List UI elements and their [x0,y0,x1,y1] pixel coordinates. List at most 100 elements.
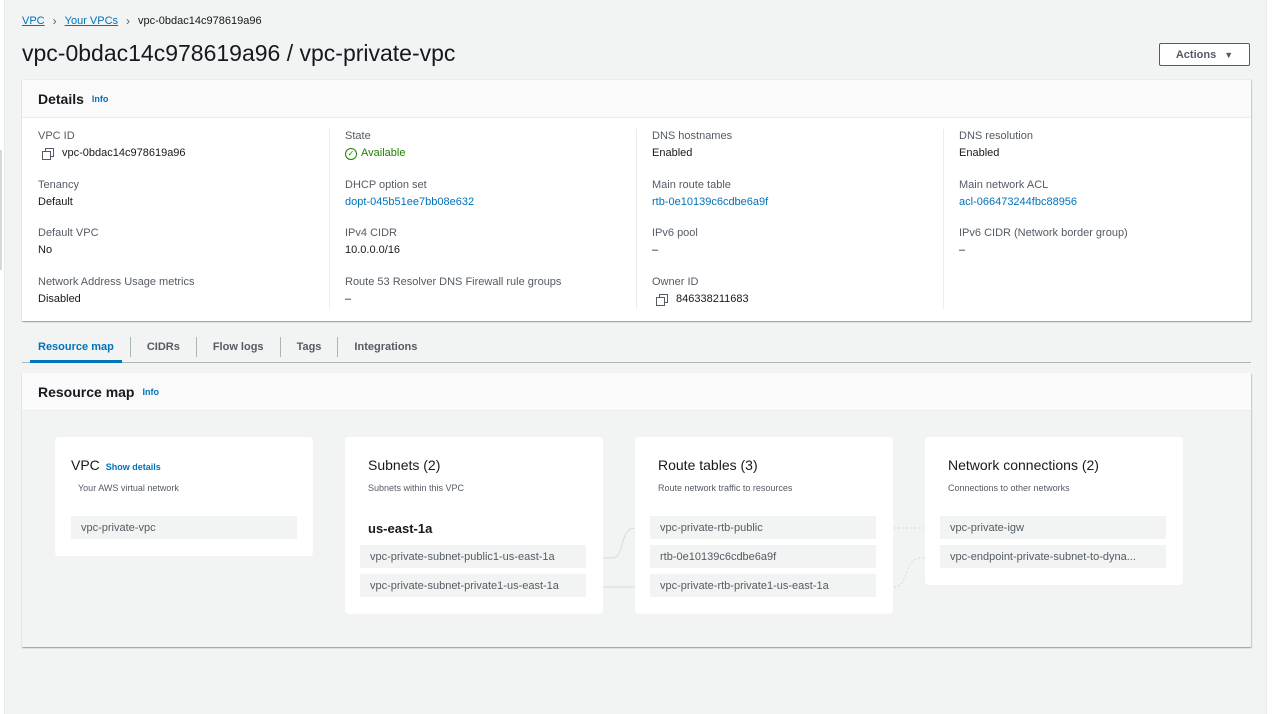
field-route53-firewall: Route 53 Resolver DNS Firewall rule grou… [345,275,636,324]
field-value-row: 846338211683 [652,291,943,308]
field-vpc-id: VPC ID vpc-0bdac14c978619a96 [38,129,329,178]
field-value: Disabled [38,292,81,305]
field-value: Default [38,195,73,208]
field-value: – [652,244,659,256]
field-label: State [345,130,371,142]
field-ipv4-cidr: IPv4 CIDR 10.0.0.0/16 [345,226,636,275]
subnets-card: Subnets (2) Subnets within this VPC us-e… [345,437,603,614]
details-heading: Details [38,90,84,107]
resource-map-header: Resource map Info [22,373,1251,411]
details-grid: VPC ID vpc-0bdac14c978619a96 Tenancy Def… [22,129,1251,323]
field-label: IPv6 pool [652,227,698,239]
field-label: Route 53 Resolver DNS Firewall rule grou… [345,275,562,288]
field-state: State ✓ Available [345,129,636,178]
right-edge-panel [1266,0,1280,714]
field-owner-id: Owner ID 846338211683 [652,275,943,324]
route-table-item[interactable]: vpc-private-rtb-public [650,516,876,539]
actions-button-label: Actions [1175,48,1217,61]
show-details-link[interactable]: Show details [106,462,161,472]
field-value: – [959,244,966,256]
details-column: DNS hostnames Enabled Main route table r… [636,129,943,323]
route-tables-card-title: Route tables (3) [658,457,758,473]
network-connections-card: Network connections (2) Connections to o… [925,437,1183,585]
field-label: IPv4 CIDR [345,227,397,239]
field-value: – [345,292,352,305]
subnet-item[interactable]: vpc-private-subnet-public1-us-east-1a [360,545,586,568]
resource-map-panel: Resource map Info VPC Show details Your … [22,373,1251,647]
field-label: Default VPC [38,227,99,239]
page-title: vpc-0bdac14c978619a96 / vpc-private-vpc [22,40,456,66]
details-info-link[interactable]: Info [92,94,109,104]
network-connection-item[interactable]: vpc-private-igw [940,516,1166,539]
vpc-card-title: VPC [71,457,100,473]
field-label: IPv6 CIDR (Network border group) [959,227,1128,239]
tab-tags[interactable]: Tags [279,336,338,357]
vpc-card-title-row: VPC Show details [71,457,161,473]
subnets-card-subtitle: Subnets within this VPC [368,483,465,493]
tab-flow-logs[interactable]: Flow logs [195,336,280,357]
route-tables-card-subtitle: Route network traffic to resources [658,483,793,493]
field-value: No [38,244,53,256]
field-label: DNS hostnames [652,130,733,142]
field-main-acl: Main network ACL acl-066473244fbc88956 [959,178,1250,227]
field-nau-metrics: Network Address Usage metrics Disabled [38,275,329,324]
network-connections-card-subtitle: Connections to other networks [948,483,1070,493]
field-value: Enabled [959,147,1000,159]
main-route-table-link[interactable]: rtb-0e10139c6cdbe6a9f [652,194,943,211]
details-column: State ✓ Available DHCP option set dopt-0… [329,129,636,323]
state-value: Available [361,147,406,159]
field-label: Main route table [652,178,731,191]
chevron-right-icon: › [126,14,131,28]
network-connections-card-title: Network connections (2) [948,457,1099,473]
main-acl-link[interactable]: acl-066473244fbc88956 [959,194,1250,211]
field-main-route-table: Main route table rtb-0e10139c6cdbe6a9f [652,178,943,227]
field-dns-resolution: DNS resolution Enabled [959,129,1250,178]
vpc-id-value: vpc-0bdac14c978619a96 [62,147,186,159]
details-column: DNS resolution Enabled Main network ACL … [943,129,1250,323]
breadcrumb: VPC › Your VPCs › vpc-0bdac14c978619a96 [22,14,262,28]
vpc-item[interactable]: vpc-private-vpc [71,516,297,539]
field-value: 10.0.0.0/16 [345,244,401,256]
resource-map-heading: Resource map [38,383,135,400]
field-label: DNS resolution [959,130,1033,142]
field-ipv6-cidr: IPv6 CIDR (Network border group) – [959,226,1250,275]
chevron-right-icon: › [52,14,57,28]
field-value-row: ✓ Available [345,145,636,162]
tab-resource-map[interactable]: Resource map [22,331,130,363]
subnet-item[interactable]: vpc-private-subnet-private1-us-east-1a [360,574,586,597]
copy-icon[interactable] [42,148,54,160]
breadcrumb-your-vpcs-link[interactable]: Your VPCs [65,15,118,27]
field-label: Network Address Usage metrics [38,275,195,288]
field-label: Main network ACL [959,178,1049,191]
field-dns-hostnames: DNS hostnames Enabled [652,129,943,178]
dhcp-option-link[interactable]: dopt-045b51ee7bb08e632 [345,194,636,211]
field-default-vpc: Default VPC No [38,226,329,275]
caret-down-icon: ▼ [1224,49,1234,60]
check-circle-icon: ✓ [345,147,357,160]
field-label: Tenancy [38,178,79,191]
tab-integrations[interactable]: Integrations [337,336,433,357]
left-edge-marker [0,150,2,270]
details-header: Details Info [22,80,1251,118]
vpc-card-subtitle: Your AWS virtual network [78,483,179,493]
field-dhcp: DHCP option set dopt-045b51ee7bb08e632 [345,178,636,227]
subnets-card-title: Subnets (2) [368,457,441,473]
network-connection-item[interactable]: vpc-endpoint-private-subnet-to-dyna... [940,545,1166,568]
actions-button[interactable]: Actions ▼ [1159,43,1250,66]
details-panel: Details Info VPC ID vpc-0bdac14c978619a9… [22,79,1251,321]
field-value: Enabled [652,147,693,159]
left-edge-panel [0,0,5,714]
route-tables-card: Route tables (3) Route network traffic t… [635,437,893,614]
tab-cidrs[interactable]: CIDRs [129,336,196,357]
route-table-item[interactable]: vpc-private-rtb-private1-us-east-1a [650,574,876,597]
copy-icon[interactable] [656,293,668,306]
field-label: Owner ID [652,275,699,288]
field-value-row: vpc-0bdac14c978619a96 [38,145,329,162]
field-ipv6-pool: IPv6 pool – [652,226,943,275]
route-table-item[interactable]: rtb-0e10139c6cdbe6a9f [650,545,876,568]
field-tenancy: Tenancy Default [38,178,329,227]
resource-map-info-link[interactable]: Info [142,387,159,397]
field-label: VPC ID [38,130,75,142]
breadcrumb-vpc-link[interactable]: VPC [22,15,45,27]
availability-zone-label: us-east-1a [368,521,433,536]
